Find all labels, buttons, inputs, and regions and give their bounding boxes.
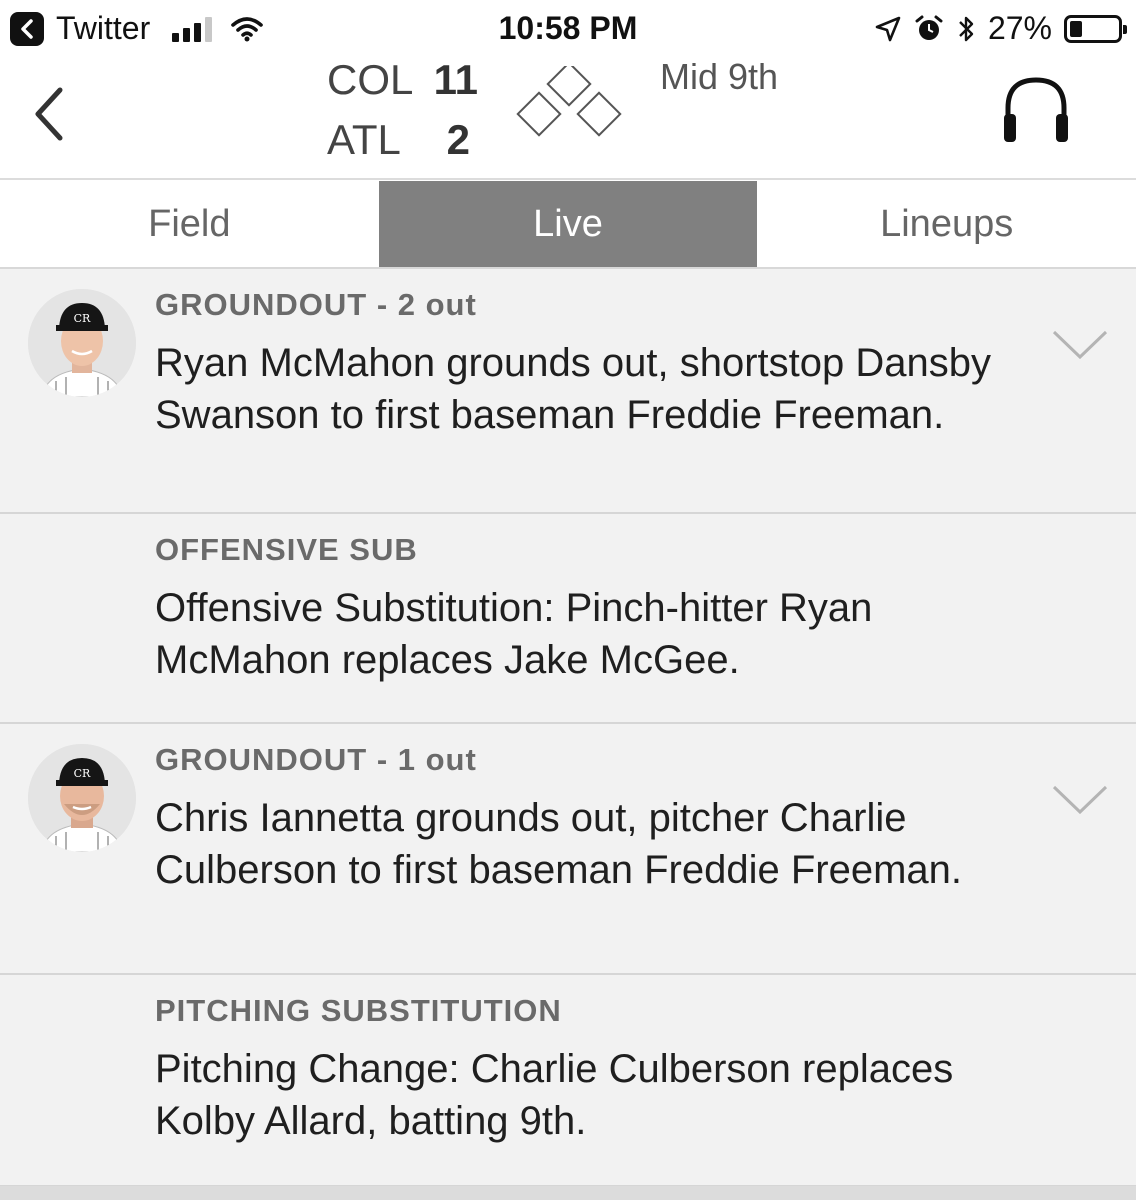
game-tabs: Field Live Lineups <box>0 181 1136 269</box>
svg-text:CR: CR <box>74 312 91 325</box>
play-type: GROUNDOUT - 2 out <box>155 287 477 322</box>
play-item[interactable]: CR GROUNDOUT - 1 out Chris Iannetta grou… <box>0 724 1136 975</box>
chevron-down-icon[interactable] <box>1052 784 1108 816</box>
player-headshot: CR <box>28 744 136 852</box>
away-team: COL <box>327 56 414 103</box>
player-headshot: CR <box>28 289 136 397</box>
feed-divider <box>0 1186 1136 1200</box>
play-type: PITCHING SUBSTITUTION <box>155 993 562 1028</box>
game-header: COL 11 ATL 2 Mid 9th <box>0 56 1136 180</box>
inning-status: Mid 9th <box>660 56 779 97</box>
play-description: Offensive Substitution: Pinch-hitter Rya… <box>155 586 873 682</box>
play-description: Ryan McMahon grounds out, shortstop Dans… <box>155 341 991 437</box>
headphones-icon[interactable] <box>996 70 1076 150</box>
play-type: GROUNDOUT - 1 out <box>155 742 477 777</box>
play-item: OFFENSIVE SUB Offensive Substitution: Pi… <box>0 514 1136 724</box>
svg-text:CR: CR <box>74 767 91 780</box>
live-feed: CR GROUNDOUT - 2 out Ryan McMahon ground… <box>0 269 1136 1200</box>
status-bar: Twitter 10:58 PM 27% <box>0 0 1136 56</box>
play-item[interactable]: CR GROUNDOUT - 2 out Ryan McMahon ground… <box>0 269 1136 514</box>
tab-field[interactable]: Field <box>0 181 379 267</box>
home-score: 2 <box>446 116 470 163</box>
back-chevron-icon[interactable] <box>28 84 72 144</box>
home-team: ATL <box>327 116 401 163</box>
play-type: OFFENSIVE SUB <box>155 532 418 567</box>
tab-live[interactable]: Live <box>378 181 758 267</box>
alarm-icon <box>915 15 943 40</box>
bases-diamond-icon <box>516 66 622 137</box>
tab-lineups[interactable]: Lineups <box>757 181 1136 267</box>
location-arrow-icon <box>875 16 901 41</box>
bluetooth-icon <box>959 16 974 41</box>
play-description: Chris Iannetta grounds out, pitcher Char… <box>155 796 963 892</box>
battery-icon <box>1064 14 1127 43</box>
away-score: 11 <box>433 56 478 103</box>
play-item: PITCHING SUBSTITUTION Pitching Change: C… <box>0 975 1136 1187</box>
battery-percent: 27% <box>987 10 1052 46</box>
play-description: Pitching Change: Charlie Culberson repla… <box>155 1047 954 1143</box>
chevron-down-icon[interactable] <box>1052 329 1108 361</box>
